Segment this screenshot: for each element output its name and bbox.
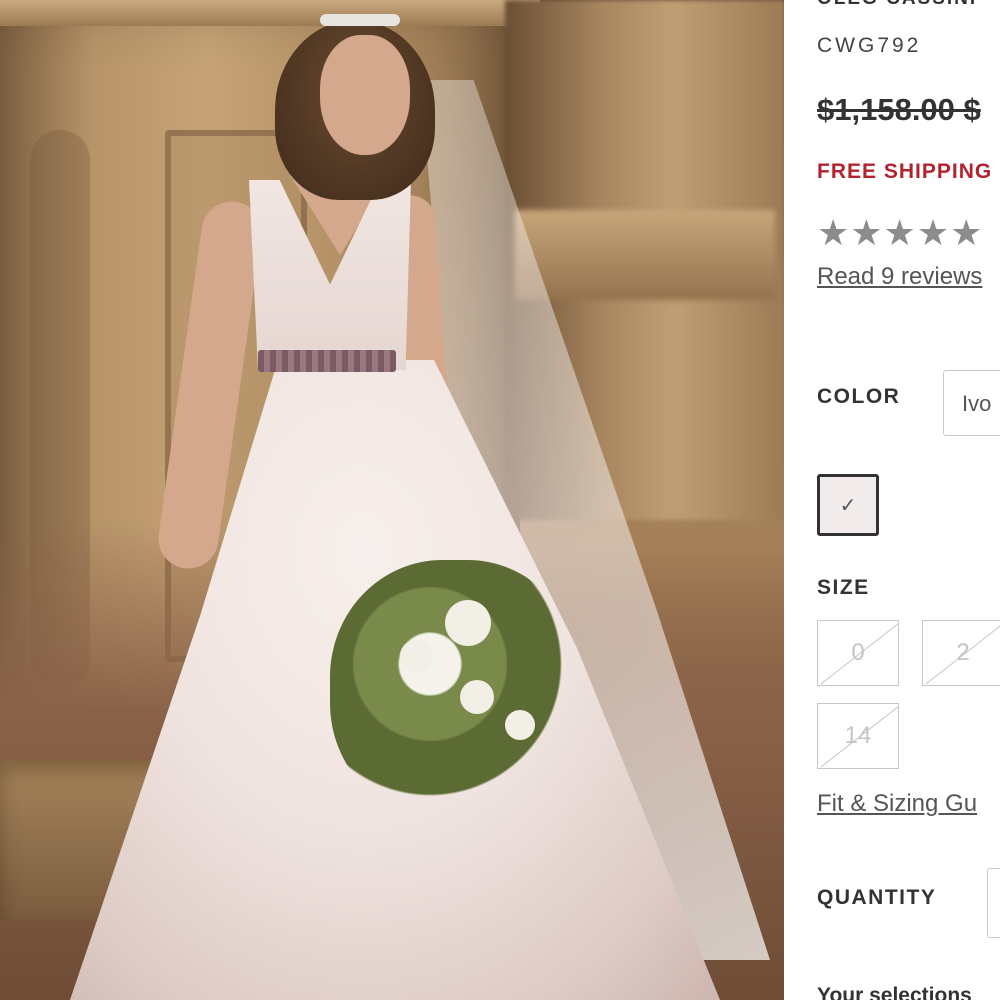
color-swatch-ivory[interactable]: ✓ <box>817 474 879 536</box>
size-option-14[interactable]: 14 <box>817 703 899 769</box>
free-shipping-label: FREE SHIPPING <box>817 160 993 183</box>
beaded-belt <box>258 350 396 372</box>
size-value: 14 <box>844 722 872 749</box>
bouquet-flower <box>400 640 432 672</box>
color-label: COLOR <box>817 385 901 408</box>
your-selections-heading: Your selections <box>817 984 972 1000</box>
read-reviews-link[interactable]: Read 9 reviews <box>817 263 982 291</box>
product-sku: CWG792 <box>817 34 922 57</box>
tiara <box>320 14 400 26</box>
product-photo[interactable] <box>0 0 784 1000</box>
quantity-input[interactable] <box>987 868 1000 938</box>
size-value: 2 <box>956 639 970 666</box>
size-option-0[interactable]: 0 <box>817 620 899 686</box>
size-option-2[interactable]: 2 <box>922 620 1000 686</box>
bouquet-flower <box>445 600 491 646</box>
color-select[interactable]: Ivo <box>943 370 1000 436</box>
fit-sizing-guide-link[interactable]: Fit & Sizing Gu <box>817 790 977 818</box>
bouquet-flower <box>505 710 535 740</box>
original-price: $1,158.00 $ <box>817 92 981 127</box>
pillar-cap <box>0 0 540 26</box>
bouquet-flower <box>460 680 494 714</box>
quantity-label: QUANTITY <box>817 886 937 909</box>
pillar-right-cap <box>515 210 775 300</box>
size-label: SIZE <box>817 576 870 599</box>
product-info-panel: OLEG CASSINI CWG792 $1,158.00 $ FREE SHI… <box>784 0 1000 1000</box>
size-value: 0 <box>851 639 865 666</box>
check-icon: ✓ <box>839 494 857 517</box>
rating-stars: ★★★★★ <box>817 212 984 253</box>
brand-name[interactable]: OLEG CASSINI <box>817 0 977 10</box>
bouquet <box>330 560 580 820</box>
face <box>320 35 410 155</box>
